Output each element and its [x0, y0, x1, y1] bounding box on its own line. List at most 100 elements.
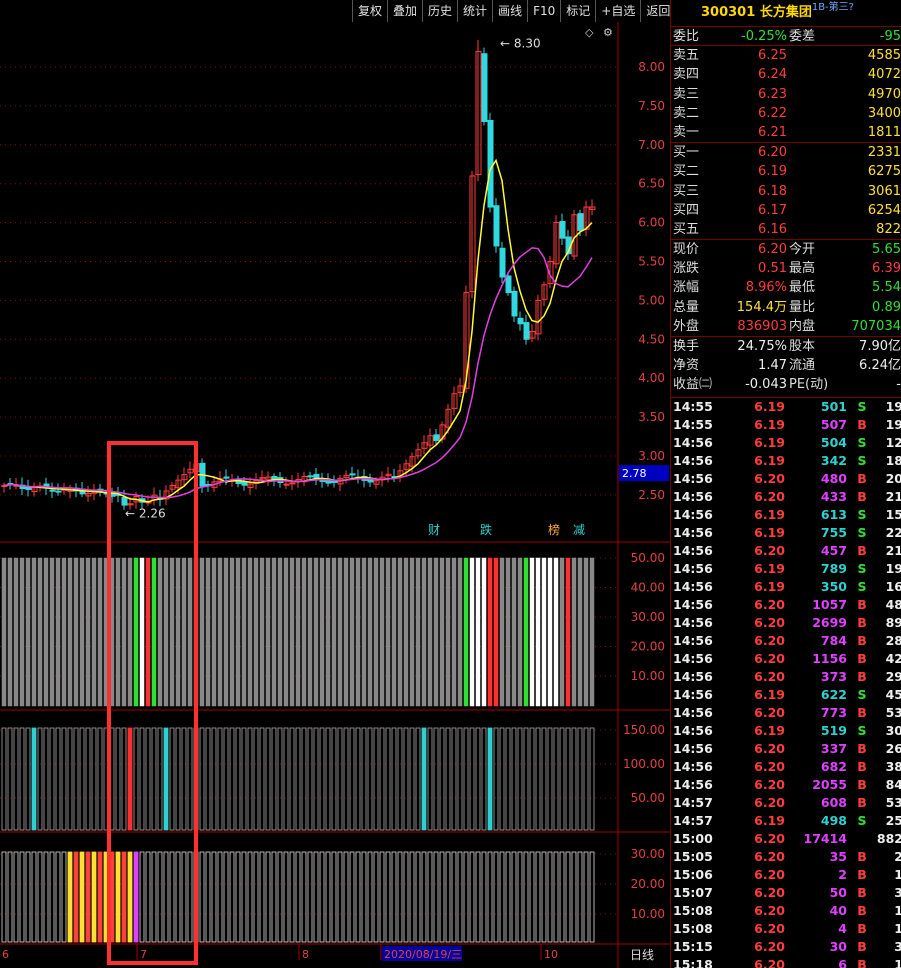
tick-row: 14:56 6.19 350 S 16 — [671, 578, 901, 596]
vol2-bar — [565, 727, 571, 831]
asks-row: 卖四 6.24 4072 — [671, 65, 901, 84]
vol3-bar — [475, 851, 481, 943]
vol3-bar — [295, 851, 301, 943]
toolbar-button-4[interactable]: 画线 — [492, 0, 528, 22]
toolbar-button-0[interactable]: 复权 — [352, 0, 388, 22]
stock-subtitle: 1B-第三? — [811, 2, 854, 13]
tick-time: 14:56 — [673, 758, 713, 774]
tick-time: 15:06 — [673, 866, 713, 882]
tick-row: 14:56 6.19 622 S 45 — [671, 686, 901, 704]
vol2-bar — [535, 727, 541, 831]
asks-volume: 4072 — [867, 67, 901, 83]
tick-row: 14:57 6.19 498 S 25 — [671, 812, 901, 830]
settings-icon[interactable]: ⚙ — [603, 26, 613, 39]
tick-volume: 457 — [820, 542, 847, 558]
vol3-bar — [589, 851, 595, 943]
toolbar-button-7[interactable]: +自选 — [595, 0, 641, 22]
toolbar-button-3[interactable]: 统计 — [457, 0, 493, 22]
vol1-bar — [385, 557, 391, 707]
vol1-bar — [121, 557, 127, 707]
tick-price: 6.20 — [754, 776, 785, 792]
vol3-bar — [379, 851, 385, 943]
candle-body — [577, 213, 584, 231]
vol1-bar — [19, 557, 25, 707]
vol2-bar — [487, 727, 493, 831]
vol3-bar — [421, 851, 427, 943]
tick-price: 6.19 — [754, 416, 785, 432]
quote-row: 外盘 836903 内盘 707034 — [671, 317, 901, 336]
tick-price: 6.20 — [754, 470, 785, 486]
vol2-bar — [379, 727, 385, 831]
quote-row: 涨幅 8.96% 最低 5.54 — [671, 278, 901, 297]
quote-row: 涨跌 0.51 最高 6.39 — [671, 259, 901, 278]
tick-count: 22 — [885, 524, 901, 540]
vol2-bar — [223, 727, 229, 831]
quote-value: 5.54 — [872, 280, 901, 296]
vol2-bar — [475, 727, 481, 831]
vol2-bar — [517, 727, 523, 831]
tick-row: 14:57 6.20 608 B 53 — [671, 794, 901, 812]
diamond-icon[interactable]: ◇ — [585, 26, 594, 39]
tick-time: 14:56 — [673, 668, 713, 684]
tick-price: 6.20 — [754, 848, 785, 864]
vol2-bar — [115, 727, 121, 831]
tick-side: B — [857, 758, 867, 774]
quote-value: 6.20 — [758, 242, 787, 258]
vol1-tick-label: 50.00 — [631, 551, 665, 565]
tick-side: B — [857, 740, 867, 756]
toolbar-button-6[interactable]: 标记 — [560, 0, 596, 22]
tick-side: B — [857, 902, 867, 918]
tick-time: 14:56 — [673, 524, 713, 540]
quote-stats: 换手 24.75% 股本 7.90亿 净资 1.47 流通 6.24亿 收益㈡ -0.043 PE(… — [671, 336, 901, 395]
vol1-bar — [1, 557, 7, 707]
vol1-bar — [313, 557, 319, 707]
vol2-bar — [241, 727, 247, 831]
tick-time: 14:56 — [673, 560, 713, 576]
tick-row: 15:08 6.20 40 B 1 — [671, 902, 901, 920]
tick-volume: 1057 — [812, 596, 847, 612]
vol2-bar — [331, 727, 337, 831]
tick-list[interactable]: 14:55 6.19 501 S 19 14:55 6.19 507 B 19 14:56 6.19 5… — [671, 396, 901, 968]
tick-count: 19 — [885, 560, 901, 576]
bids-price: 6.20 — [758, 145, 787, 161]
toolbar-button-5[interactable]: F10 — [527, 0, 561, 22]
vol1-bar — [31, 557, 37, 707]
vol1-tick-label: 20.00 — [631, 640, 665, 654]
chart-toolbar: 复权 叠加 历史 统计 画线 F10 标记 +自选 返回 — [352, 0, 676, 22]
tick-time: 14:56 — [673, 596, 713, 612]
vol2-bar — [385, 727, 391, 831]
tick-volume: 40 — [829, 902, 847, 918]
quote-value: 154.4万 — [736, 299, 787, 315]
date-label: 8 — [302, 948, 309, 961]
vol3-bar — [511, 851, 517, 943]
period-label[interactable]: 日线 — [630, 948, 654, 962]
vol2-bar — [361, 727, 367, 831]
bids-row: 买二 6.19 6275 — [671, 162, 901, 181]
vol1-bar — [43, 557, 49, 707]
tick-volume: 498 — [820, 812, 847, 828]
date-label: 6 — [2, 948, 9, 961]
tick-volume: 519 — [820, 722, 847, 738]
vol2-bar — [145, 727, 151, 831]
stock-header[interactable]: 300301 长方集团1B-第三? — [671, 0, 901, 26]
kline-chart-area[interactable]: 8.00 7.50 7.00 6.50 6.00 5.50 5.00 4.50 4.00 3.50… — [0, 22, 670, 968]
vol1-bar — [199, 557, 205, 707]
vol2-bar — [481, 727, 487, 831]
asks-label: 卖二 — [673, 105, 700, 121]
tick-row: 15:05 6.20 35 B 2 — [671, 848, 901, 866]
kline-chart[interactable]: 8.00 7.50 7.00 6.50 6.00 5.50 5.00 4.50 4.00 3.50… — [0, 22, 670, 968]
toolbar-button-2[interactable]: 历史 — [422, 0, 458, 22]
quote-value: 5.65 — [872, 242, 901, 258]
stat-label: 换手 — [673, 339, 700, 354]
vol2-bar — [121, 727, 127, 831]
vol2-bar — [91, 727, 97, 831]
tick-side: B — [857, 866, 867, 882]
vol1-bar — [409, 557, 415, 707]
tick-side: S — [857, 434, 867, 450]
tick-count: 15 — [885, 506, 901, 522]
vol2-bar — [421, 727, 427, 831]
vol3-bar — [535, 851, 541, 943]
toolbar-button-1[interactable]: 叠加 — [387, 0, 423, 22]
vol3-bar — [55, 851, 61, 943]
tick-price: 6.19 — [754, 434, 785, 450]
